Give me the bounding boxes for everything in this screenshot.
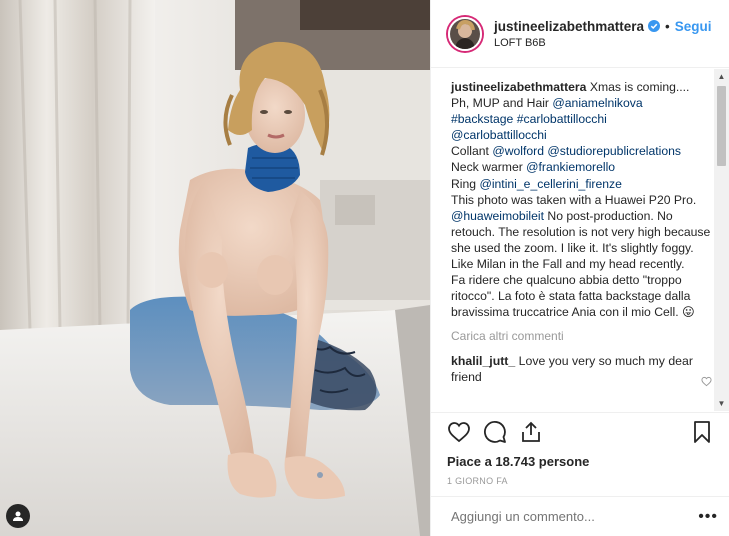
post-details-panel: justineelizabethmattera • Segui LOFT B6B… [430, 0, 729, 536]
caption-text: Xmas is coming.... [586, 80, 690, 94]
scrollbar-thumb[interactable] [717, 86, 726, 166]
caption-line: Neck warmer @frankiemorello [451, 159, 712, 175]
verified-badge-icon [648, 20, 661, 32]
caption-line: Fa ridere che qualcuno abbia detto "trop… [451, 272, 712, 320]
comments-area[interactable]: justineelizabethmattera Xmas is coming..… [431, 69, 729, 411]
comment-icon[interactable] [483, 420, 507, 444]
scrollbar[interactable]: ▲ ▼ [714, 69, 729, 411]
caption-line: This photo was taken with a Huawei P20 P… [451, 192, 712, 272]
more-options-icon[interactable]: ••• [698, 508, 718, 526]
caption-text: Fa ridere che qualcuno abbia detto "trop… [451, 273, 695, 320]
add-comment-bar: ••• [431, 496, 729, 536]
mention-link[interactable]: @frankiemorello [526, 160, 615, 174]
hashtag-link[interactable]: #backstage [451, 112, 513, 126]
mention-link[interactable]: @carlobattillocchi [451, 128, 547, 142]
mention-link[interactable]: @studiorepublicrelations [547, 144, 681, 158]
caption-line: Collant @wolford @studiorepublicrelation… [451, 143, 712, 159]
caption: justineelizabethmattera Xmas is coming..… [451, 79, 712, 320]
caption-text: Ph, MUP and Hair [451, 96, 553, 111]
mention-link[interactable]: @huaweimobileit [451, 209, 544, 223]
comment-row: khalil_jutt_ Love you very so much my de… [451, 353, 712, 387]
caption-text: Collant [451, 144, 493, 159]
caption-text: Ring [451, 176, 480, 191]
mention-link[interactable]: @wolford [492, 144, 544, 158]
avatar[interactable] [448, 16, 482, 51]
load-more-comments[interactable]: Carica altri commenti [451, 329, 712, 343]
location-link[interactable]: LOFT B6B [494, 37, 712, 49]
comment-like-heart-icon[interactable] [701, 376, 712, 387]
post-window: justineelizabethmattera • Segui LOFT B6B… [0, 0, 729, 536]
caption-line: @carlobattillocchi [451, 127, 712, 143]
caption-line: Ring @intini_e_cellerini_firenze [451, 176, 712, 192]
action-bar: Piace a 18.743 persone 1 GIORNO FA [431, 412, 729, 486]
heart-icon[interactable] [447, 420, 471, 444]
likes-count[interactable]: Piace a 18.743 persone [447, 454, 714, 469]
share-icon[interactable] [519, 420, 543, 444]
scroll-down-arrow-icon[interactable]: ▼ [714, 396, 729, 411]
separator-dot: • [665, 18, 670, 34]
post-photo[interactable] [0, 0, 430, 536]
photo-illustration [0, 0, 430, 536]
caption-line: justineelizabethmattera Xmas is coming..… [451, 79, 712, 95]
comment-list: khalil_jutt_ Love you very so much my de… [451, 353, 712, 387]
caption-text: Neck warmer [451, 160, 527, 175]
post-timestamp[interactable]: 1 GIORNO FA [447, 476, 714, 486]
user-tag-icon[interactable] [6, 504, 30, 528]
caption-line: Ph, MUP and Hair @aniamelnikova [451, 95, 712, 111]
hashtag-link[interactable]: #carlobattillocchi [517, 112, 607, 126]
caption-line: #backstage #carlobattillocchi [451, 111, 712, 127]
post-header: justineelizabethmattera • Segui LOFT B6B [431, 0, 729, 68]
comment-input[interactable] [451, 509, 698, 524]
mention-link[interactable]: @aniamelnikova [552, 96, 642, 110]
mention-link[interactable]: @intini_e_cellerini_firenze [479, 177, 621, 191]
scroll-up-arrow-icon[interactable]: ▲ [714, 69, 729, 84]
follow-button[interactable]: Segui [675, 19, 712, 34]
bookmark-icon[interactable] [690, 420, 714, 444]
header-username[interactable]: justineelizabethmattera [494, 19, 644, 34]
caption-username[interactable]: justineelizabethmattera [451, 80, 586, 94]
comment-username[interactable]: khalil_jutt_ [451, 354, 515, 368]
caption-text: This photo was taken with a Huawei P20 P… [451, 192, 697, 207]
